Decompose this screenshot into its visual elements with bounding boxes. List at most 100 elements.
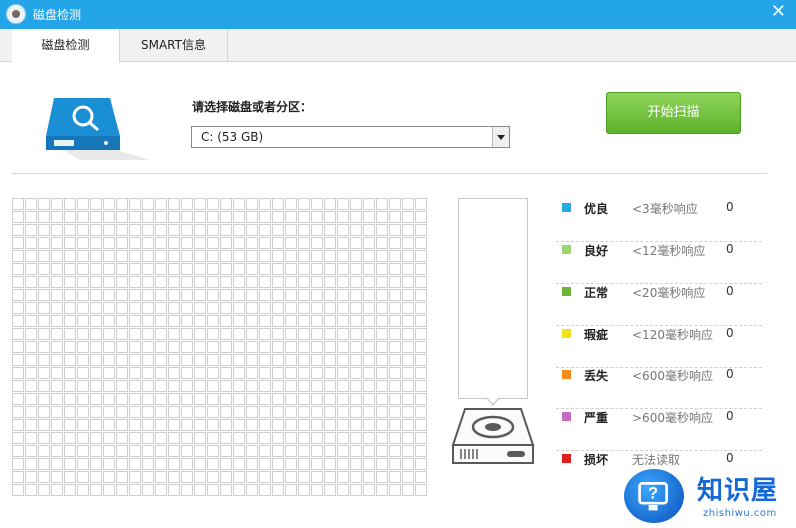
sector-block: [25, 263, 37, 275]
sector-block: [155, 237, 167, 249]
sector-block: [168, 302, 180, 314]
sector-block: [376, 393, 388, 405]
sector-block: [207, 367, 219, 379]
sector-block: [168, 406, 180, 418]
sector-block: [194, 393, 206, 405]
divider: [12, 173, 767, 174]
sector-block: [103, 224, 115, 236]
sector-block: [363, 250, 375, 262]
sector-block: [194, 458, 206, 470]
sector-block: [77, 237, 89, 249]
sector-block: [285, 237, 297, 249]
sector-block: [272, 354, 284, 366]
disk-partition-select[interactable]: C: (53 GB): [191, 126, 510, 148]
sector-block: [233, 380, 245, 392]
sector-block: [324, 380, 336, 392]
sector-block: [246, 302, 258, 314]
sector-block: [77, 367, 89, 379]
sector-block: [181, 393, 193, 405]
close-icon[interactable]: ✕: [771, 1, 786, 22]
sector-block: [337, 302, 349, 314]
sector-block: [168, 250, 180, 262]
sector-block: [402, 380, 414, 392]
sector-block: [155, 315, 167, 327]
sector-block: [12, 263, 24, 275]
sector-block: [90, 341, 102, 353]
sector-block: [376, 380, 388, 392]
sector-block: [51, 302, 63, 314]
sector-block: [285, 393, 297, 405]
sector-block: [12, 302, 24, 314]
sector-block: [90, 432, 102, 444]
sector-block: [415, 458, 427, 470]
legend-name: 良好: [584, 244, 609, 258]
sector-block: [402, 406, 414, 418]
sector-block: [90, 380, 102, 392]
sector-block: [337, 354, 349, 366]
sector-block: [181, 315, 193, 327]
sector-block: [350, 367, 362, 379]
sector-block: [311, 484, 323, 496]
chevron-down-icon[interactable]: [492, 127, 509, 147]
sector-block: [363, 484, 375, 496]
sector-block: [337, 445, 349, 457]
sector-block: [155, 458, 167, 470]
sector-block: [415, 354, 427, 366]
sector-block: [12, 393, 24, 405]
sector-block: [194, 211, 206, 223]
sector-block: [363, 445, 375, 457]
sector-block: [38, 198, 50, 210]
sector-block: [220, 341, 232, 353]
sector-block: [220, 354, 232, 366]
sector-block: [220, 289, 232, 301]
sector-block: [142, 354, 154, 366]
sector-block: [233, 445, 245, 457]
start-scan-button[interactable]: 开始扫描: [606, 92, 741, 134]
tab-disk-check[interactable]: 磁盘检测: [12, 29, 120, 63]
tab-smart-info[interactable]: SMART信息: [120, 29, 228, 62]
sector-block: [51, 276, 63, 288]
sector-block: [311, 458, 323, 470]
legend-count: 0: [726, 451, 734, 465]
sector-block: [285, 224, 297, 236]
sector-block: [103, 445, 115, 457]
sector-block: [402, 471, 414, 483]
sector-block: [51, 367, 63, 379]
sector-block: [298, 432, 310, 444]
sector-block: [116, 419, 128, 431]
sector-block: [142, 419, 154, 431]
sector-block: [285, 419, 297, 431]
sector-block: [363, 224, 375, 236]
sector-block: [272, 250, 284, 262]
sector-block: [207, 432, 219, 444]
sector-block: [337, 380, 349, 392]
sector-block: [415, 367, 427, 379]
sector-block: [246, 406, 258, 418]
legend-count: 0: [726, 409, 734, 423]
sector-block: [233, 211, 245, 223]
sector-block: [324, 315, 336, 327]
sector-block: [285, 315, 297, 327]
sector-block: [25, 211, 37, 223]
sector-block: [194, 484, 206, 496]
sector-block: [64, 419, 76, 431]
sector-block: [246, 250, 258, 262]
sector-block: [51, 237, 63, 249]
sector-block: [142, 484, 154, 496]
sector-block: [168, 367, 180, 379]
sector-block: [181, 198, 193, 210]
watermark-subtitle: zhishiwu.com: [703, 508, 777, 519]
sector-block: [64, 367, 76, 379]
sector-block: [38, 315, 50, 327]
sector-block: [207, 250, 219, 262]
sector-block: [25, 445, 37, 457]
sector-block: [38, 406, 50, 418]
sector-block: [220, 276, 232, 288]
sector-block: [129, 289, 141, 301]
sector-block: [129, 380, 141, 392]
sector-block: [298, 263, 310, 275]
sector-block: [376, 250, 388, 262]
sector-block: [415, 419, 427, 431]
sector-block: [311, 471, 323, 483]
sector-block: [376, 432, 388, 444]
